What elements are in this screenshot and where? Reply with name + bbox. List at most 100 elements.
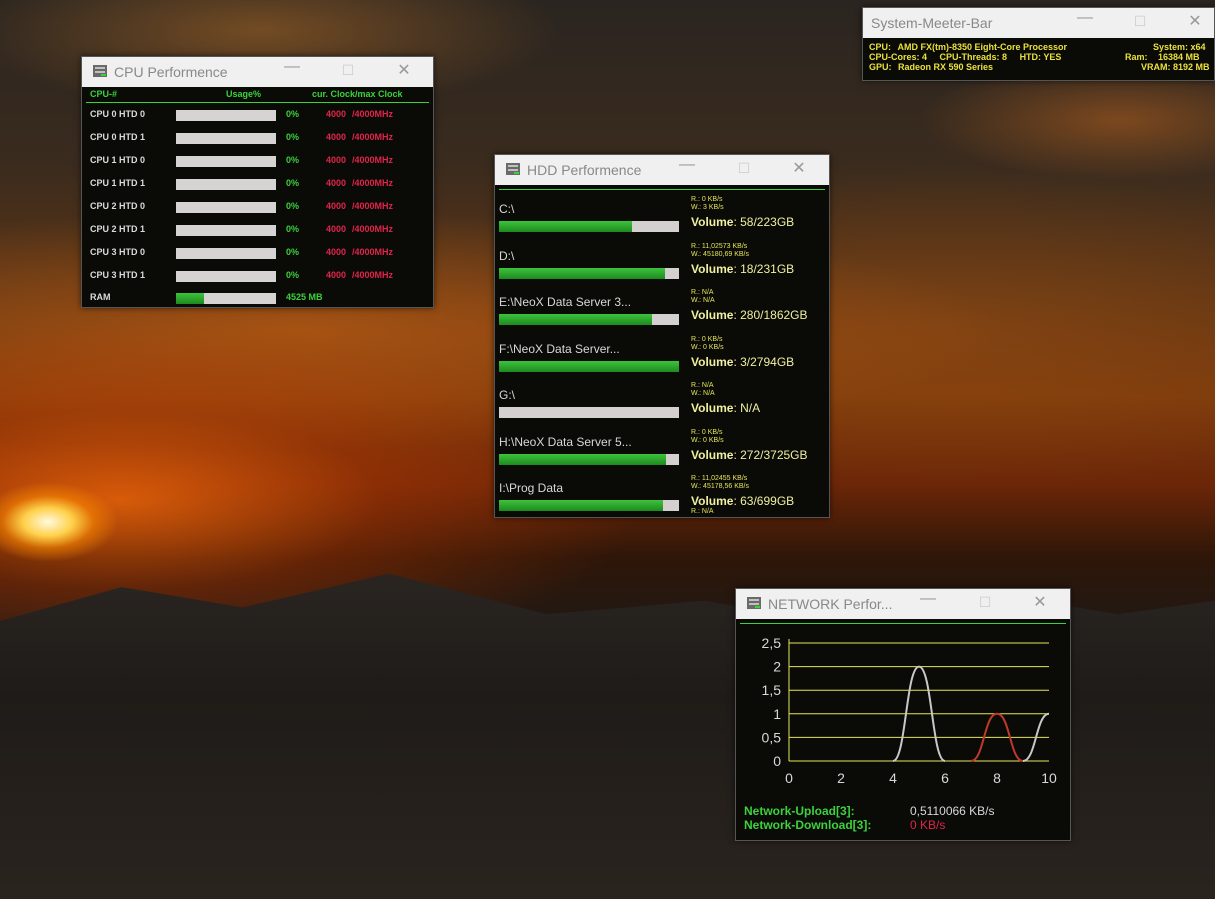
htd-value: HTD: YES	[1019, 52, 1062, 62]
drive-volume-label: Volume	[691, 401, 734, 415]
column-header-clock: cur. Clock/max Clock	[312, 89, 403, 99]
cpu-current-clock: 4000	[326, 132, 347, 142]
system-meter-window[interactable]: System-Meeter-Bar — ☐ ✕ CPU: AMD FX(tm)-…	[862, 7, 1215, 81]
x-tick-label: 0	[785, 770, 793, 786]
drive-volume-value: : N/A	[733, 401, 761, 415]
hdd-performance-window[interactable]: HDD Performence — ☐ ✕ R.: 0 KB/s W.: 3 KB…	[494, 154, 830, 518]
ram-label: RAM	[90, 292, 111, 302]
ram-bar	[176, 293, 276, 304]
close-button[interactable]: ✕	[392, 60, 416, 80]
drive-write-rate: W.: 0 KB/s	[691, 436, 724, 444]
x-tick-label: 8	[993, 770, 1001, 786]
drive-volume: Volume: 63/699GB	[691, 494, 794, 508]
title-bar[interactable]: System-Meeter-Bar — ☐ ✕	[863, 8, 1214, 38]
drive-usage-bar	[499, 267, 679, 279]
cpu-row-name: CPU 2 HTD 1	[90, 224, 146, 234]
maximize-button[interactable]: ☐	[336, 62, 360, 79]
close-button[interactable]: ✕	[1183, 11, 1207, 31]
cpu-max-clock: /4000MHz	[352, 155, 394, 165]
cpu-usage-bar	[176, 179, 276, 190]
drive-read-rate: R.: N/A	[691, 289, 714, 296]
drive-volume-value: : 58/223GB	[733, 215, 795, 229]
y-tick-label: 1,5	[762, 682, 782, 698]
title-bar[interactable]: HDD Performence — ☐ ✕	[495, 155, 829, 185]
drive-volume-value: : 3/2794GB	[733, 354, 795, 369]
drive-write-rate: W.: N/A	[691, 297, 715, 304]
cpu-max-clock: /4000MHz	[352, 132, 394, 142]
cpu-current-clock: 4000	[326, 224, 347, 234]
cpu-usage-bar	[176, 225, 276, 236]
cpu-usage-bar	[176, 271, 276, 282]
maximize-button[interactable]: ☐	[732, 160, 756, 177]
drive-volume-label: Volume	[691, 261, 734, 276]
drive-volume-value: : 18/231GB	[733, 261, 795, 276]
y-tick-label: 1	[773, 706, 781, 722]
cpu-max-clock: /4000MHz	[352, 247, 394, 257]
drive-volume-label: Volume	[691, 494, 734, 508]
drive-usage-fill	[499, 221, 633, 232]
download-value: 0 KB/s	[910, 818, 946, 832]
drive-name: G:\	[499, 388, 516, 402]
drive-volume: Volume: 18/231GB	[691, 262, 794, 276]
app-icon	[93, 65, 107, 77]
cpu-usage-bar	[176, 133, 276, 144]
gpu-info-label: GPU:	[869, 62, 892, 72]
cpu-current-clock: 4000	[326, 109, 347, 119]
drive-volume-label: Volume	[691, 215, 734, 229]
cpu-performance-window[interactable]: CPU Performence — ☐ ✕ CPU-# Usage% cur. …	[81, 56, 434, 308]
drive-usage-fill	[499, 500, 663, 511]
minimize-button[interactable]: —	[916, 590, 940, 608]
system-arch: System: x64	[1153, 42, 1206, 52]
ram-value: 4525 MB	[286, 292, 323, 302]
maximize-button[interactable]: ☐	[973, 594, 997, 611]
drive-usage-fill	[499, 360, 679, 372]
drive-usage-fill	[499, 314, 652, 325]
cpu-usage-bar	[176, 202, 276, 213]
drive-write-rate: W.: 0 KB/s	[691, 343, 724, 351]
gpu-info-line: GPU: Radeon RX 590 Series	[869, 62, 993, 72]
cpu-current-clock: 4000	[326, 155, 347, 165]
drive-write-rate: W.: N/A	[691, 390, 715, 397]
drive-usage-bar	[499, 221, 679, 232]
cpu-usage-percent: 0%	[286, 109, 300, 119]
maximize-button[interactable]: ☐	[1128, 13, 1152, 30]
cpu-max-clock: /4000MHz	[352, 178, 394, 188]
ram-info: Ram: 16384 MB	[1125, 52, 1200, 62]
vram-info: VRAM: 8192 MB	[1141, 62, 1210, 72]
title-bar[interactable]: NETWORK Perfor... — ☐ ✕	[736, 589, 1070, 619]
minimize-button[interactable]: —	[675, 156, 699, 174]
network-performance-window[interactable]: NETWORK Perfor... — ☐ ✕ 0 0,5 1 1,5 2 2,5 0 2 4 6…	[735, 588, 1071, 841]
drive-name: H:\NeoX Data Server 5...	[499, 434, 632, 449]
download-label: Network-Download[3]:	[744, 818, 872, 832]
threads-value: CPU-Threads: 8	[939, 52, 1008, 62]
cpu-current-clock: 4000	[326, 270, 347, 280]
window-title: HDD Performence	[527, 162, 642, 178]
cpu-usage-percent: 0%	[286, 201, 300, 211]
minimize-button[interactable]: —	[280, 58, 304, 76]
header-divider	[499, 189, 825, 190]
cpu-current-clock: 4000	[326, 178, 347, 188]
ram-info-value: 16384 MB	[1158, 52, 1200, 62]
cpu-row-name: CPU 1 HTD 0	[90, 155, 146, 165]
drive-usage-fill	[499, 267, 665, 279]
cores-info-line: CPU-Cores: 4 CPU-Threads: 8 HTD: YES	[869, 52, 1061, 62]
title-bar[interactable]: CPU Performence — ☐ ✕	[82, 57, 433, 87]
cpu-usage-bar	[176, 248, 276, 259]
cpu-row-name: CPU 1 HTD 1	[90, 178, 146, 188]
drive-read-rate: R.: N/A	[691, 382, 714, 389]
cpu-row-name: CPU 2 HTD 0	[90, 201, 146, 211]
drive-volume-label: Volume	[691, 308, 734, 322]
network-chart: 0 0,5 1 1,5 2 2,5 0 2 4 6 8 10	[762, 635, 1057, 786]
minimize-button[interactable]: —	[1073, 9, 1097, 27]
column-header-cpu: CPU-#	[90, 89, 118, 99]
cpu-usage-percent: 0%	[286, 270, 300, 280]
x-tick-label: 2	[837, 770, 845, 786]
drive-volume: Volume: 272/3725GB	[691, 448, 808, 462]
drive-volume-value: : 272/3725GB	[733, 447, 808, 462]
cpu-max-clock: /4000MHz	[352, 201, 394, 211]
cpu-row-name: CPU 3 HTD 0	[90, 247, 146, 257]
close-button[interactable]: ✕	[787, 158, 811, 178]
cpu-info-value: AMD FX(tm)-8350 Eight-Core Processor	[897, 42, 1068, 52]
drive-write-rate: W.: 45178,56 KB/s	[691, 483, 749, 490]
close-button[interactable]: ✕	[1028, 592, 1052, 612]
